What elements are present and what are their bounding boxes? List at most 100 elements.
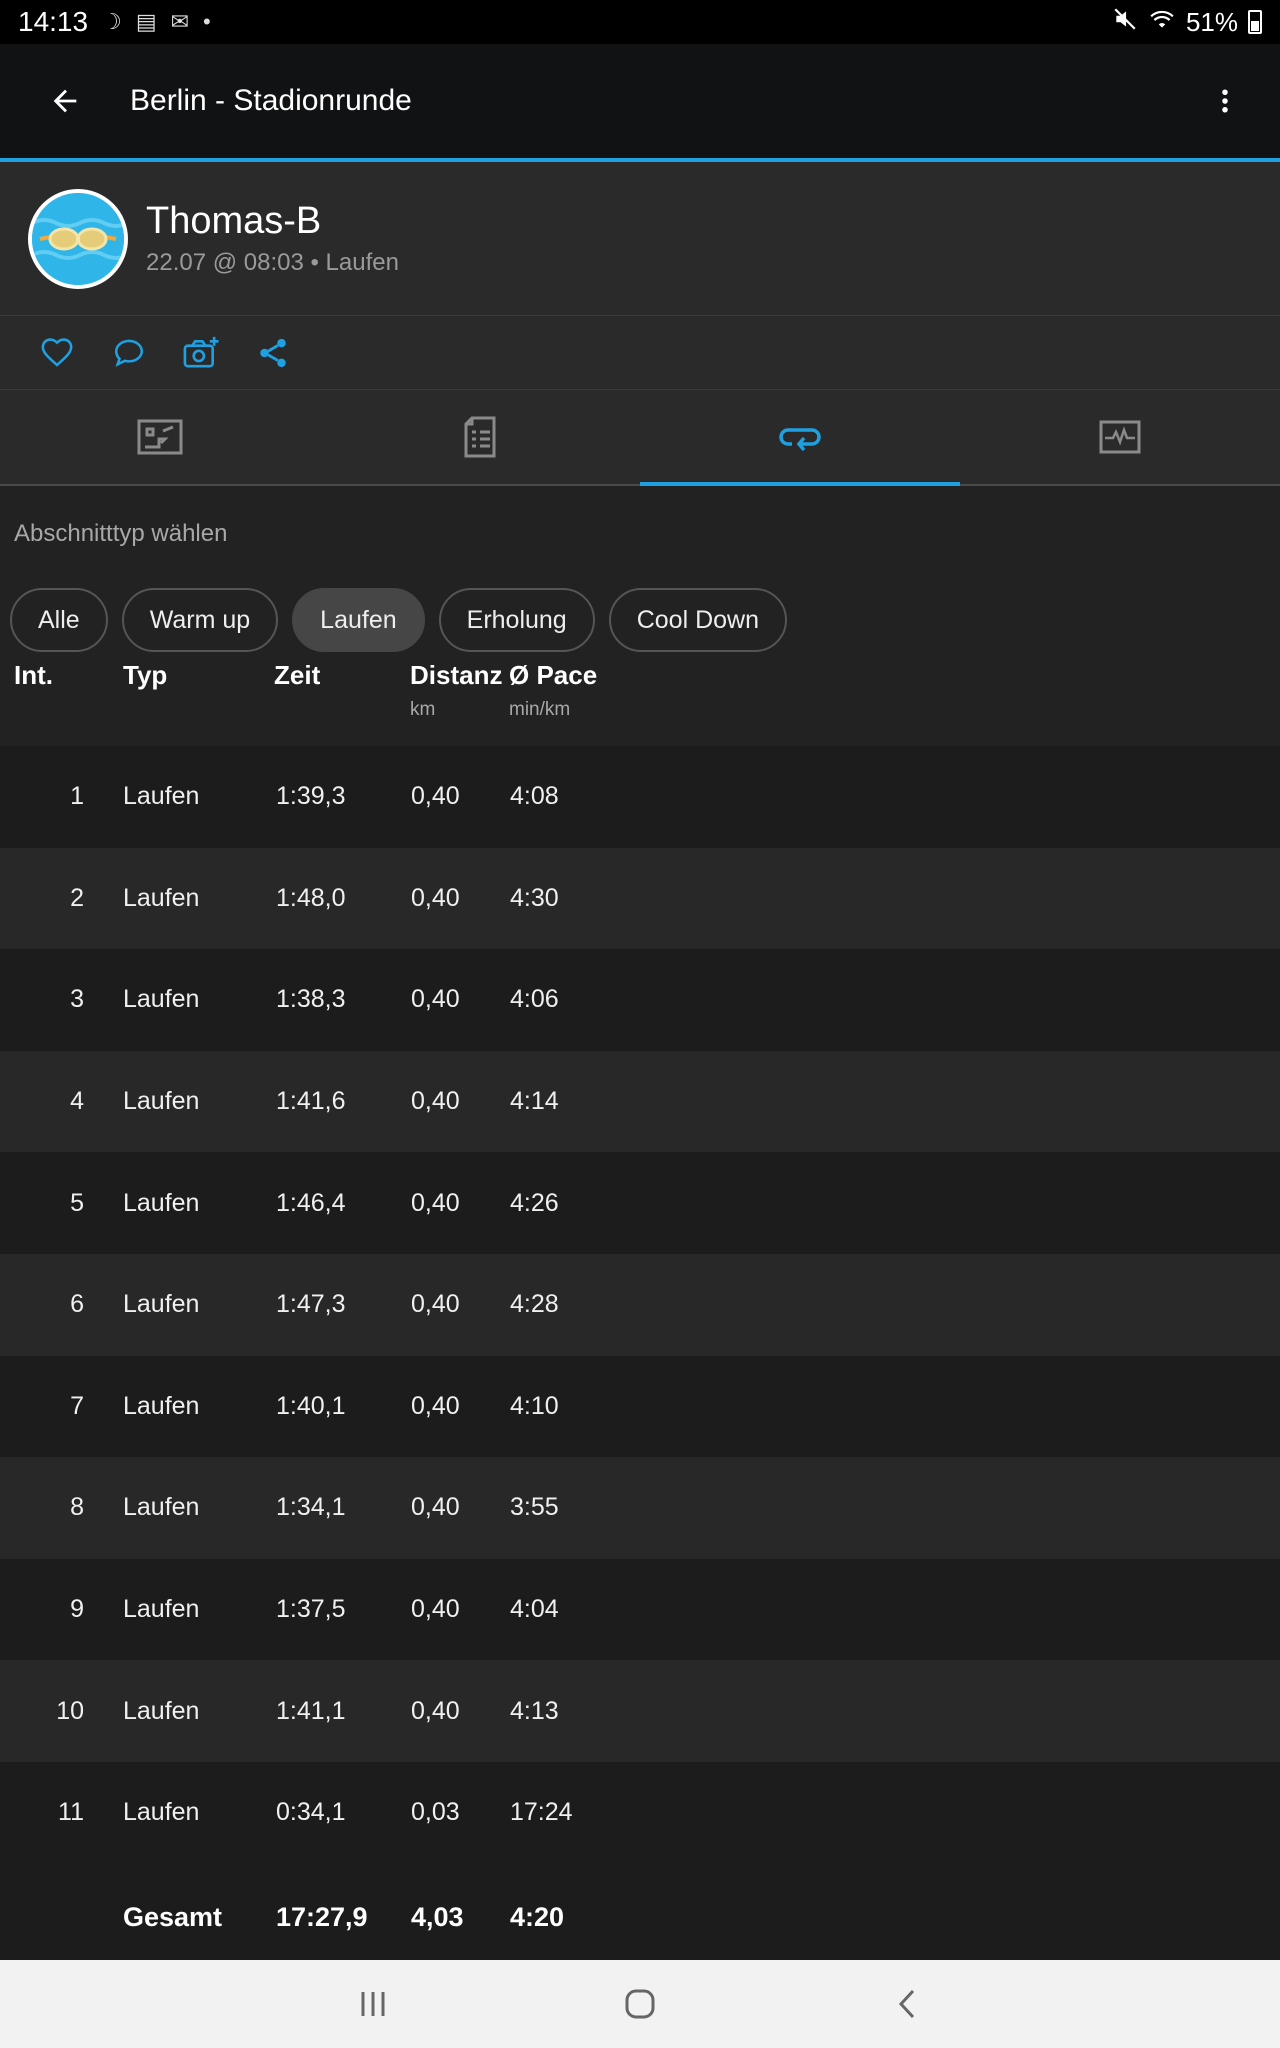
tab-charts[interactable] bbox=[960, 390, 1280, 484]
table-row[interactable]: 2 Laufen 1:48,0 0,40 4:30 bbox=[0, 847, 1280, 950]
cell-distanz: 0,40 bbox=[411, 1595, 460, 1624]
more-vertical-icon bbox=[1222, 89, 1228, 113]
chip-cool-down[interactable]: Cool Down bbox=[608, 588, 787, 652]
tab-laps[interactable] bbox=[640, 390, 960, 486]
table-row[interactable]: 4 Laufen 1:41,6 0,40 4:14 bbox=[0, 1050, 1280, 1153]
wifi-icon bbox=[1148, 6, 1176, 39]
recent-apps-icon bbox=[361, 1992, 385, 2016]
action-bar bbox=[0, 316, 1280, 390]
cell-pace: 17:24 bbox=[510, 1798, 573, 1827]
arrow-left-icon bbox=[53, 89, 77, 113]
battery-icon bbox=[1248, 10, 1262, 34]
cell-int: 1 bbox=[70, 782, 84, 811]
cell-typ: Laufen bbox=[123, 1087, 200, 1116]
header-distanz-unit: km bbox=[410, 699, 436, 720]
cell-distanz: 0,40 bbox=[411, 1290, 460, 1319]
comment-icon bbox=[114, 339, 144, 367]
header-zeit: Zeit bbox=[274, 660, 321, 690]
table-total-row: Gesamt 17:27,9 4,03 4:20 bbox=[0, 1864, 1280, 1960]
cell-int: 11 bbox=[58, 1798, 84, 1827]
header-distanz: Distanz km bbox=[410, 660, 502, 721]
cell-int: 6 bbox=[70, 1290, 84, 1319]
header-pace: Ø Pace min/km bbox=[509, 660, 597, 721]
app-bar: Berlin - Stadionrunde bbox=[0, 44, 1280, 158]
comment-button[interactable] bbox=[104, 328, 154, 378]
cell-pace: 4:26 bbox=[510, 1188, 559, 1217]
cell-int: 5 bbox=[70, 1188, 84, 1217]
cell-pace: 4:06 bbox=[510, 985, 559, 1014]
cell-typ: Laufen bbox=[123, 1391, 200, 1420]
cell-int: 7 bbox=[70, 1391, 84, 1420]
cell-typ: Laufen bbox=[123, 1290, 200, 1319]
cell-distanz: 0,40 bbox=[411, 782, 460, 811]
chip-alle[interactable]: Alle bbox=[10, 588, 108, 652]
avatar[interactable] bbox=[28, 188, 128, 289]
table-row[interactable]: 3 Laufen 1:38,3 0,40 4:06 bbox=[0, 949, 1280, 1051]
table-row[interactable]: 11 Laufen 0:34,1 0,03 17:24 bbox=[0, 1761, 1280, 1864]
tab-details[interactable] bbox=[320, 390, 640, 484]
cell-pace: 4:10 bbox=[510, 1391, 559, 1420]
cell-distanz: 0,40 bbox=[411, 1696, 460, 1725]
heart-icon bbox=[41, 337, 73, 367]
chip-laufen[interactable]: Laufen bbox=[292, 588, 425, 652]
mail-icon: ✉ bbox=[170, 9, 190, 34]
home-button[interactable] bbox=[600, 1974, 680, 2034]
map-icon bbox=[137, 419, 183, 455]
cell-distanz: 0,40 bbox=[411, 883, 460, 912]
chip-warm-up[interactable]: Warm up bbox=[121, 588, 279, 652]
cell-zeit: 1:41,1 bbox=[276, 1696, 346, 1725]
table-header: Int. Typ Zeit Distanz km Ø Pace min/km bbox=[0, 660, 1280, 750]
header-pace-unit: min/km bbox=[509, 699, 571, 720]
cell-distanz: 0,40 bbox=[411, 1188, 460, 1217]
cell-int: 4 bbox=[70, 1087, 84, 1116]
share-button[interactable] bbox=[248, 328, 298, 378]
header-pace-label: Ø Pace bbox=[509, 660, 598, 690]
cell-zeit: 1:47,3 bbox=[276, 1290, 346, 1319]
cell-int: 3 bbox=[70, 985, 84, 1014]
header-typ: Typ bbox=[123, 660, 168, 690]
mute-icon bbox=[1112, 6, 1138, 39]
header-int: Int. bbox=[14, 660, 53, 690]
chip-erholung[interactable]: Erholung bbox=[438, 588, 595, 652]
chevron-left-icon bbox=[898, 1989, 914, 2019]
cell-zeit: 1:48,0 bbox=[276, 883, 346, 912]
laps-icon bbox=[779, 428, 821, 452]
status-time: 14:13 bbox=[18, 6, 89, 37]
cell-zeit: 1:46,4 bbox=[276, 1188, 346, 1217]
cell-pace: 3:55 bbox=[510, 1493, 559, 1522]
activity-header: Thomas-B 22.07 @ 08:03 • Laufen bbox=[0, 162, 1280, 316]
add-photo-button[interactable] bbox=[176, 328, 226, 378]
activity-tabs bbox=[0, 390, 1280, 486]
segment-filter-chips: Alle Warm up Laufen Erholung Cool Down bbox=[10, 588, 787, 652]
table-row[interactable]: 5 Laufen 1:46,4 0,40 4:26 bbox=[0, 1152, 1280, 1254]
total-distanz: 4,03 bbox=[411, 1902, 464, 1932]
document-icon bbox=[464, 416, 496, 458]
more-menu-button[interactable] bbox=[1170, 44, 1280, 158]
cell-typ: Laufen bbox=[123, 1798, 200, 1827]
status-bar: 14:13 ☽ ▤ ✉ • 51% bbox=[0, 0, 1280, 44]
cell-typ: Laufen bbox=[123, 1696, 200, 1725]
cell-zeit: 1:41,6 bbox=[276, 1087, 346, 1116]
home-icon bbox=[625, 1989, 655, 2019]
table-row[interactable]: 7 Laufen 1:40,1 0,40 4:10 bbox=[0, 1355, 1280, 1458]
table-row[interactable]: 8 Laufen 1:34,1 0,40 3:55 bbox=[0, 1457, 1280, 1559]
cell-typ: Laufen bbox=[123, 782, 200, 811]
system-nav-bar bbox=[0, 1960, 1280, 2048]
camera-plus-icon bbox=[183, 336, 219, 367]
user-name[interactable]: Thomas-B bbox=[146, 200, 399, 243]
cell-pace: 4:28 bbox=[510, 1290, 559, 1319]
table-row[interactable]: 10 Laufen 1:41,1 0,40 4:13 bbox=[0, 1660, 1280, 1762]
table-row[interactable]: 1 Laufen 1:39,3 0,40 4:08 bbox=[0, 746, 1280, 848]
status-notification-icons: ☽ ▤ ✉ • bbox=[102, 9, 211, 35]
page-title: Berlin - Stadionrunde bbox=[130, 84, 412, 117]
recent-apps-button[interactable] bbox=[333, 1974, 413, 2034]
segment-type-label: Abschnitttyp wählen bbox=[14, 520, 228, 547]
activity-meta: 22.07 @ 08:03 • Laufen bbox=[146, 249, 399, 276]
like-button[interactable] bbox=[32, 328, 82, 378]
table-row[interactable]: 6 Laufen 1:47,3 0,40 4:28 bbox=[0, 1253, 1280, 1356]
cell-int: 2 bbox=[70, 883, 84, 912]
table-row[interactable]: 9 Laufen 1:37,5 0,40 4:04 bbox=[0, 1558, 1280, 1661]
tab-map[interactable] bbox=[0, 390, 320, 484]
back-button[interactable] bbox=[0, 44, 130, 158]
system-back-button[interactable] bbox=[867, 1974, 947, 2034]
